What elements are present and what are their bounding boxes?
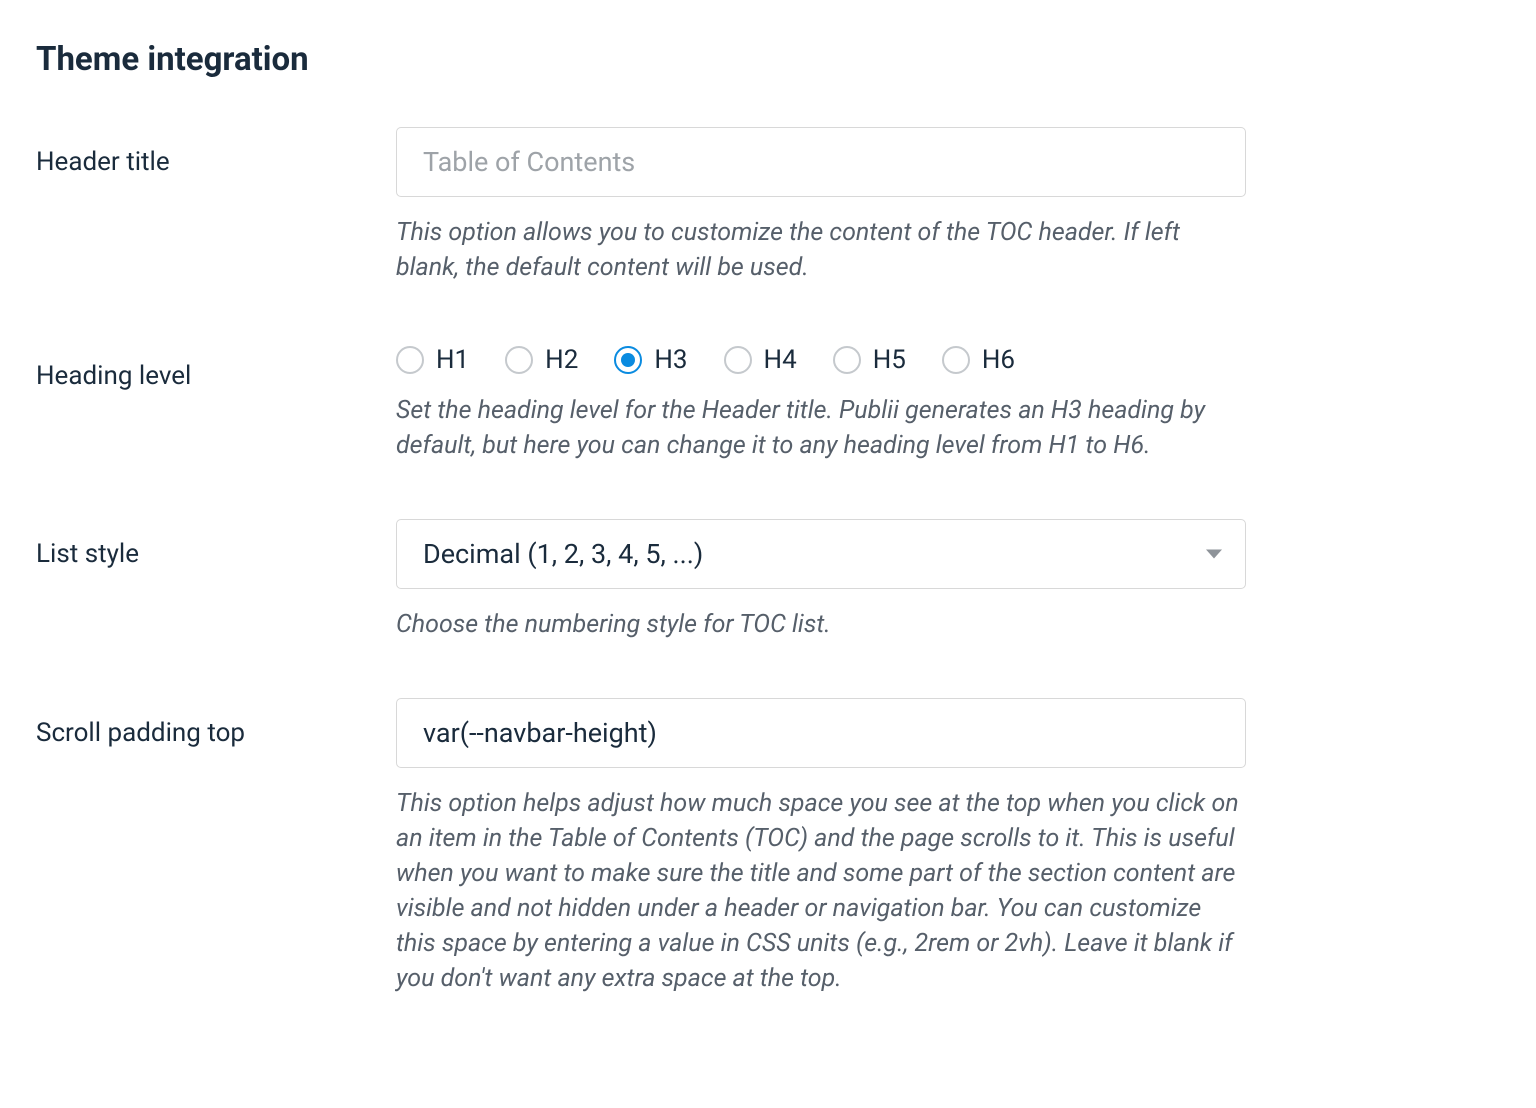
radio-icon bbox=[833, 346, 861, 374]
heading-level-radio-h6[interactable]: H6 bbox=[942, 345, 1015, 375]
list-style-label: List style bbox=[36, 519, 396, 569]
heading-level-row: Heading level H1 H2 H3 H4 H5 H6 Set the headi… bbox=[36, 341, 1500, 463]
heading-level-radio-h1[interactable]: H1 bbox=[396, 345, 469, 375]
header-title-row: Header title This option allows you to c… bbox=[36, 127, 1500, 285]
heading-level-label: Heading level bbox=[36, 341, 396, 391]
list-style-select[interactable]: Decimal (1, 2, 3, 4, 5, ...) bbox=[396, 519, 1246, 589]
section-title: Theme integration bbox=[36, 40, 1500, 79]
header-title-input[interactable] bbox=[396, 127, 1246, 197]
list-style-selected-value: Decimal (1, 2, 3, 4, 5, ...) bbox=[423, 538, 703, 570]
radio-label: H5 bbox=[873, 345, 906, 375]
radio-icon bbox=[614, 346, 642, 374]
radio-icon bbox=[505, 346, 533, 374]
scroll-padding-top-row: Scroll padding top This option helps adj… bbox=[36, 698, 1500, 996]
scroll-padding-top-input[interactable] bbox=[396, 698, 1246, 768]
heading-level-radio-h3[interactable]: H3 bbox=[614, 345, 687, 375]
radio-label: H6 bbox=[982, 345, 1015, 375]
radio-icon bbox=[396, 346, 424, 374]
heading-level-radio-h5[interactable]: H5 bbox=[833, 345, 906, 375]
heading-level-radio-group: H1 H2 H3 H4 H5 H6 bbox=[396, 341, 1246, 375]
list-style-row: List style Decimal (1, 2, 3, 4, 5, ...) … bbox=[36, 519, 1500, 642]
heading-level-radio-h2[interactable]: H2 bbox=[505, 345, 578, 375]
list-style-help: Choose the numbering style for TOC list. bbox=[396, 607, 1246, 642]
list-style-select-wrapper: Decimal (1, 2, 3, 4, 5, ...) bbox=[396, 519, 1246, 589]
header-title-control: This option allows you to customize the … bbox=[396, 127, 1246, 285]
radio-icon bbox=[942, 346, 970, 374]
radio-label: H4 bbox=[764, 345, 797, 375]
scroll-padding-top-help: This option helps adjust how much space … bbox=[396, 786, 1246, 996]
header-title-label: Header title bbox=[36, 127, 396, 177]
heading-level-control: H1 H2 H3 H4 H5 H6 Set the heading level for t… bbox=[396, 341, 1246, 463]
radio-label: H1 bbox=[436, 345, 469, 375]
list-style-control: Decimal (1, 2, 3, 4, 5, ...) Choose the … bbox=[396, 519, 1246, 642]
scroll-padding-top-control: This option helps adjust how much space … bbox=[396, 698, 1246, 996]
scroll-padding-top-label: Scroll padding top bbox=[36, 698, 396, 748]
radio-label: H3 bbox=[654, 345, 687, 375]
radio-label: H2 bbox=[545, 345, 578, 375]
heading-level-help: Set the heading level for the Header tit… bbox=[396, 393, 1246, 463]
header-title-help: This option allows you to customize the … bbox=[396, 215, 1246, 285]
radio-icon bbox=[724, 346, 752, 374]
heading-level-radio-h4[interactable]: H4 bbox=[724, 345, 797, 375]
